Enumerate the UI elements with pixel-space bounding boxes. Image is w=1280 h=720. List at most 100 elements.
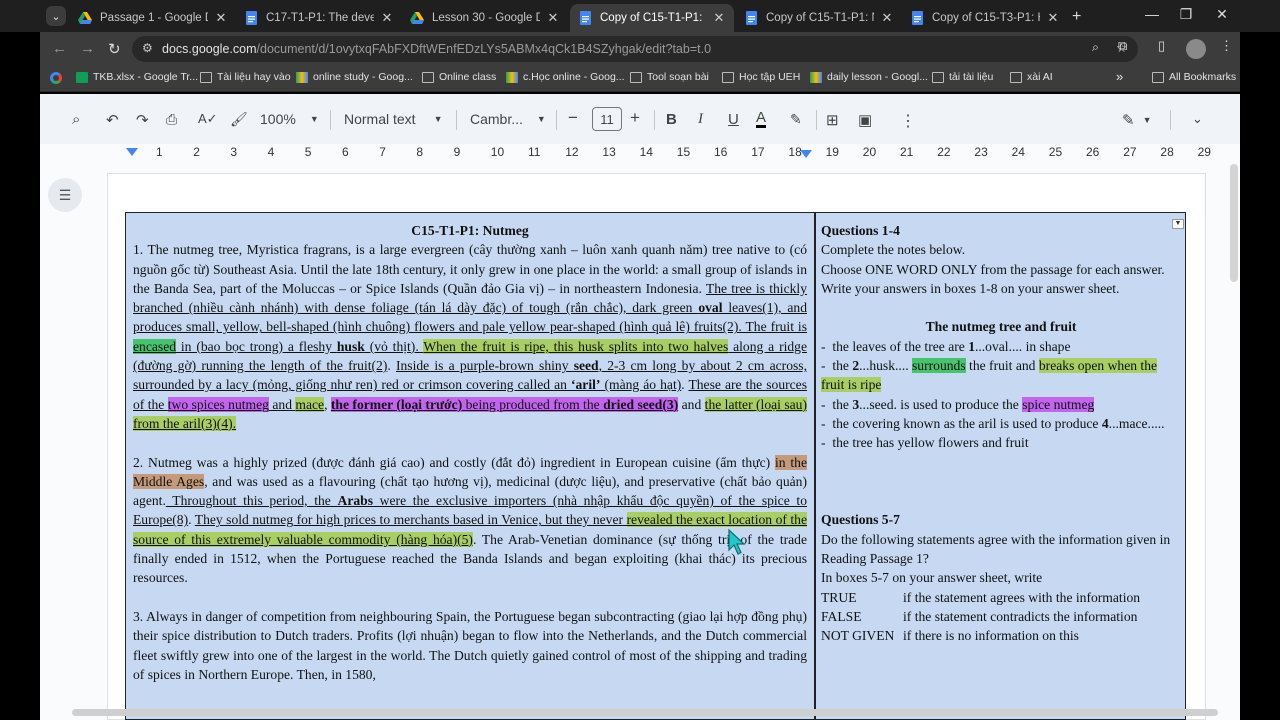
close-icon[interactable]: ✕ <box>712 10 726 26</box>
redo-icon[interactable]: ↷ <box>136 111 149 129</box>
decrease-font-size-button[interactable]: − <box>568 108 578 128</box>
note-item: - the covering known as the aril is used… <box>821 415 1165 431</box>
undo-icon[interactable]: ↶ <box>106 111 119 129</box>
passage-table[interactable]: C15-T1-P1: Nutmeg 1. The nutmeg tree, My… <box>125 212 1186 720</box>
zoom-select[interactable]: 100% ▼ <box>260 111 319 127</box>
tab-active-c15-nutmeg[interactable]: Copy of C15-T1-P1: Nutme ✕ <box>570 4 734 32</box>
underline-button[interactable]: U <box>728 111 739 128</box>
ruler-tick-label: 21 <box>900 145 914 159</box>
site-info-icon[interactable]: ⚙ <box>142 41 153 55</box>
reload-icon[interactable]: ↻ <box>108 40 121 58</box>
folder-icon <box>932 71 944 83</box>
ruler-tick-label: 25 <box>1048 145 1063 159</box>
ruler-tick-label: 9 <box>453 145 461 159</box>
tab-search-button[interactable]: ⌄ <box>46 6 66 26</box>
paragraph-style-select[interactable]: Normal text ▼ <box>344 111 443 127</box>
passage-column[interactable]: C15-T1-P1: Nutmeg 1. The nutmeg tree, My… <box>133 221 807 684</box>
ruler[interactable]: 1 2 3 4 5 6 7 8 9 10 11 12 13 14 15 16 17 18 19 20 21 22 23 24 2… <box>40 144 1240 164</box>
ruler-tick-label: 10 <box>490 145 505 159</box>
left-indent-marker[interactable] <box>126 148 138 156</box>
vertical-scrollbar[interactable] <box>1230 164 1238 282</box>
more-options-icon[interactable]: ⋮ <box>900 111 916 131</box>
dropdown-chip-icon[interactable]: ▼ <box>1172 219 1184 229</box>
horizontal-scrollbar[interactable] <box>72 709 1218 716</box>
bookmark-online-study[interactable]: online study - Goog... <box>296 71 413 83</box>
tab-strip: ⌄ Passage 1 - Google Drive ✕ C17-T1-P1: … <box>0 0 1280 32</box>
paragraph-3: 3. Always in danger of competition from … <box>133 608 807 682</box>
bookmark-tai-tai-lieu[interactable]: tải tài liệu <box>932 71 993 83</box>
plus-icon: + <box>1072 8 1082 25</box>
tab-c15-nutmeg-copy[interactable]: Copy of C15-T1-P1: Nutme ✕ <box>736 4 902 32</box>
close-icon[interactable]: ✕ <box>1046 10 1060 26</box>
answer-key-false: FALSE if the statement contradicts the in… <box>821 608 1138 624</box>
close-icon[interactable]: ✕ <box>380 10 394 26</box>
forward-arrow-icon[interactable]: → <box>80 40 95 57</box>
folder-icon <box>200 71 212 83</box>
google-icon[interactable] <box>50 72 62 84</box>
all-bookmarks-button[interactable]: All Bookmarks <box>1152 71 1236 83</box>
close-icon[interactable]: ✕ <box>880 10 894 26</box>
questions-5-7-heading: Questions 5-7 <box>821 512 900 528</box>
ruler-tick-label: 16 <box>714 145 728 159</box>
editing-mode-icon[interactable]: ✎ ▼ <box>1122 111 1152 129</box>
bookmark-daily-lesson[interactable]: daily lesson - Googl... <box>810 71 928 83</box>
side-panel-icon[interactable]: ▯ <box>1158 38 1165 54</box>
font-size-input[interactable]: 11 <box>592 107 622 131</box>
bookmark-tkb[interactable]: TKB.xlsx - Google Tr... <box>76 71 198 83</box>
new-tab-button[interactable]: + <box>1072 8 1081 26</box>
italic-button[interactable]: I <box>698 111 703 128</box>
print-icon[interactable]: ⎙ <box>166 111 177 128</box>
profile-avatar[interactable] <box>1186 39 1206 59</box>
bookmark-online-class[interactable]: Online class <box>422 71 496 83</box>
back-arrow-icon[interactable]: ← <box>52 40 67 57</box>
increase-font-size-button[interactable]: + <box>630 108 640 128</box>
minimize-button[interactable]: — <box>1142 6 1162 22</box>
more-bookmarks-button[interactable]: » <box>1116 69 1123 84</box>
bold-button[interactable]: B <box>666 111 677 128</box>
close-icon[interactable]: ✕ <box>214 10 228 26</box>
google-drive-icon <box>410 11 424 25</box>
ruler-tick-label: 12 <box>565 145 579 159</box>
ruler-tick-label: 2 <box>193 145 200 159</box>
tab-passage-1-drive[interactable]: Passage 1 - Google Drive ✕ <box>70 4 236 32</box>
folder-icon <box>630 71 642 83</box>
note-item: - the leaves of the tree are 1...oval...… <box>821 338 1071 354</box>
questions-column[interactable]: Questions 1-4 Complete the notes below. … <box>821 221 1181 646</box>
close-icon[interactable]: ✕ <box>546 10 560 26</box>
ruler-tick-label: 29 <box>1197 145 1211 159</box>
bookmark-tai-lieu-hay[interactable]: Tài liệu hay vào <box>200 71 291 83</box>
spellcheck-icon[interactable]: A✓ <box>198 111 218 127</box>
document-outline-button[interactable]: ☰ <box>48 178 82 212</box>
font-family-select[interactable]: Cambr... ▼ <box>470 111 546 127</box>
list-icon: ☰ <box>58 186 72 203</box>
bookmark-c-hoc-online[interactable]: c.Học online - Goog... <box>506 71 625 83</box>
ruler-tick-label: 20 <box>862 145 877 159</box>
search-menus-icon[interactable]: ⌕ <box>72 111 80 128</box>
bookmark-xai-ai[interactable]: xài AI <box>1010 71 1053 83</box>
browser-window: ⌄ Passage 1 - Google Drive ✕ C17-T1-P1: … <box>0 0 1280 720</box>
restore-button[interactable]: ❐ <box>1176 6 1196 23</box>
google-sheets-icon <box>76 71 88 83</box>
tab-lesson-30-drive[interactable]: Lesson 30 - Google Drive ✕ <box>402 4 568 32</box>
tab-c15-henry[interactable]: Copy of C15-T3-P1: Henry ✕ <box>902 4 1068 32</box>
highlight-color-icon[interactable]: ✎ <box>790 111 802 128</box>
insert-image-icon[interactable]: ▣ <box>858 111 872 129</box>
bookmarks-bar: TKB.xlsx - Google Tr... Tài liệu hay vào… <box>40 66 1240 92</box>
folder-icon <box>1010 71 1022 83</box>
google-drive-icon <box>296 71 308 83</box>
bookmark-hoc-tap-ueh[interactable]: Học tập UEH <box>722 71 800 83</box>
tab-c17-doc[interactable]: C17-T1-P1: The developme ✕ <box>236 4 402 32</box>
address-bar-row: ← → ↻ ⚙ docs.google.com/document/d/1ovyt… <box>40 32 1240 66</box>
insert-comment-icon[interactable]: ⊞ <box>826 111 839 129</box>
url-input[interactable]: ⚙ docs.google.com/document/d/1ovytxqFAbF… <box>132 36 1138 62</box>
google-docs-icon <box>244 11 258 25</box>
close-window-button[interactable]: ✕ <box>1212 6 1232 23</box>
zoom-lens-icon[interactable]: ⌕ <box>1092 40 1099 55</box>
bookmark-tool-soan-bai[interactable]: Tool soạn bài <box>630 71 709 83</box>
browser-menu-icon[interactable]: ⋮ <box>1220 38 1233 54</box>
paint-format-icon[interactable]: 🖌 <box>230 111 248 128</box>
extensions-icon[interactable]: ⧉ <box>1118 38 1127 54</box>
note-item: - the 2...husk.... surrounds the fruit a… <box>821 358 1158 393</box>
text-color-button[interactable]: A <box>756 110 767 128</box>
chevron-up-icon[interactable]: ⌄ <box>1192 111 1203 127</box>
